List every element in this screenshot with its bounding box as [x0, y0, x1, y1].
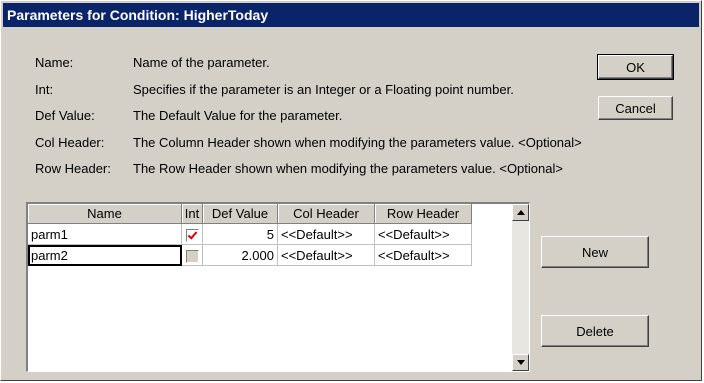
col-header-int[interactable]: Int	[181, 204, 203, 224]
scroll-down-arrow-icon	[517, 360, 525, 365]
table-row[interactable]: parm2 2.000 <<Default>> <<Default>>	[28, 244, 472, 266]
new-button[interactable]: New	[541, 236, 649, 268]
dialog-title: Parameters for Condition: HigherToday	[3, 3, 699, 27]
scroll-up-button[interactable]	[512, 204, 529, 221]
scroll-up-arrow-icon	[517, 210, 525, 215]
desc-text: The Column Header shown when modifying t…	[133, 135, 582, 150]
cell-row-header[interactable]: <<Default>>	[374, 223, 472, 245]
desc-key: Int:	[35, 82, 54, 97]
check-icon[interactable]	[185, 228, 199, 242]
cell-int[interactable]	[181, 223, 203, 245]
scroll-down-button[interactable]	[512, 354, 529, 371]
col-header-def-value[interactable]: Def Value	[202, 204, 278, 224]
checkbox-icon[interactable]	[185, 249, 199, 263]
cell-name[interactable]: parm1	[28, 223, 182, 245]
cell-def-value[interactable]: 5	[202, 223, 278, 245]
desc-text: The Default Value for the parameter.	[133, 108, 343, 123]
ok-button[interactable]: OK	[597, 54, 674, 80]
col-header-row-header[interactable]: Row Header	[374, 204, 472, 224]
cancel-button[interactable]: Cancel	[598, 96, 673, 120]
cell-name[interactable]: parm2	[28, 244, 182, 266]
desc-key: Def Value:	[35, 108, 95, 123]
parameters-grid: Name Int Def Value Col Header Row Header…	[26, 202, 530, 372]
delete-button[interactable]: Delete	[541, 315, 649, 347]
cell-col-header[interactable]: <<Default>>	[277, 223, 375, 245]
grid-header-row: Name Int Def Value Col Header Row Header	[28, 204, 472, 224]
parameters-table: Name Int Def Value Col Header Row Header…	[28, 204, 472, 266]
desc-key: Col Header:	[35, 135, 105, 150]
desc-key: Name:	[35, 55, 74, 70]
cell-def-value[interactable]: 2.000	[202, 244, 278, 266]
desc-text: Specifies if the parameter is an Integer…	[133, 82, 514, 97]
col-header-name[interactable]: Name	[28, 204, 182, 224]
desc-text: Name of the parameter.	[133, 55, 270, 70]
grid-vertical-scrollbar[interactable]	[512, 204, 529, 371]
desc-text: The Row Header shown when modifying the …	[133, 161, 563, 176]
desc-key: Row Header:	[35, 161, 111, 176]
cell-int[interactable]	[181, 244, 203, 266]
parameters-dialog: Parameters for Condition: HigherToday Na…	[0, 0, 702, 381]
col-header-col-header[interactable]: Col Header	[277, 204, 375, 224]
cell-col-header[interactable]: <<Default>>	[277, 244, 375, 266]
cell-row-header[interactable]: <<Default>>	[374, 244, 472, 266]
table-row[interactable]: parm1 5 <<Default>> <<Default>>	[28, 223, 472, 245]
